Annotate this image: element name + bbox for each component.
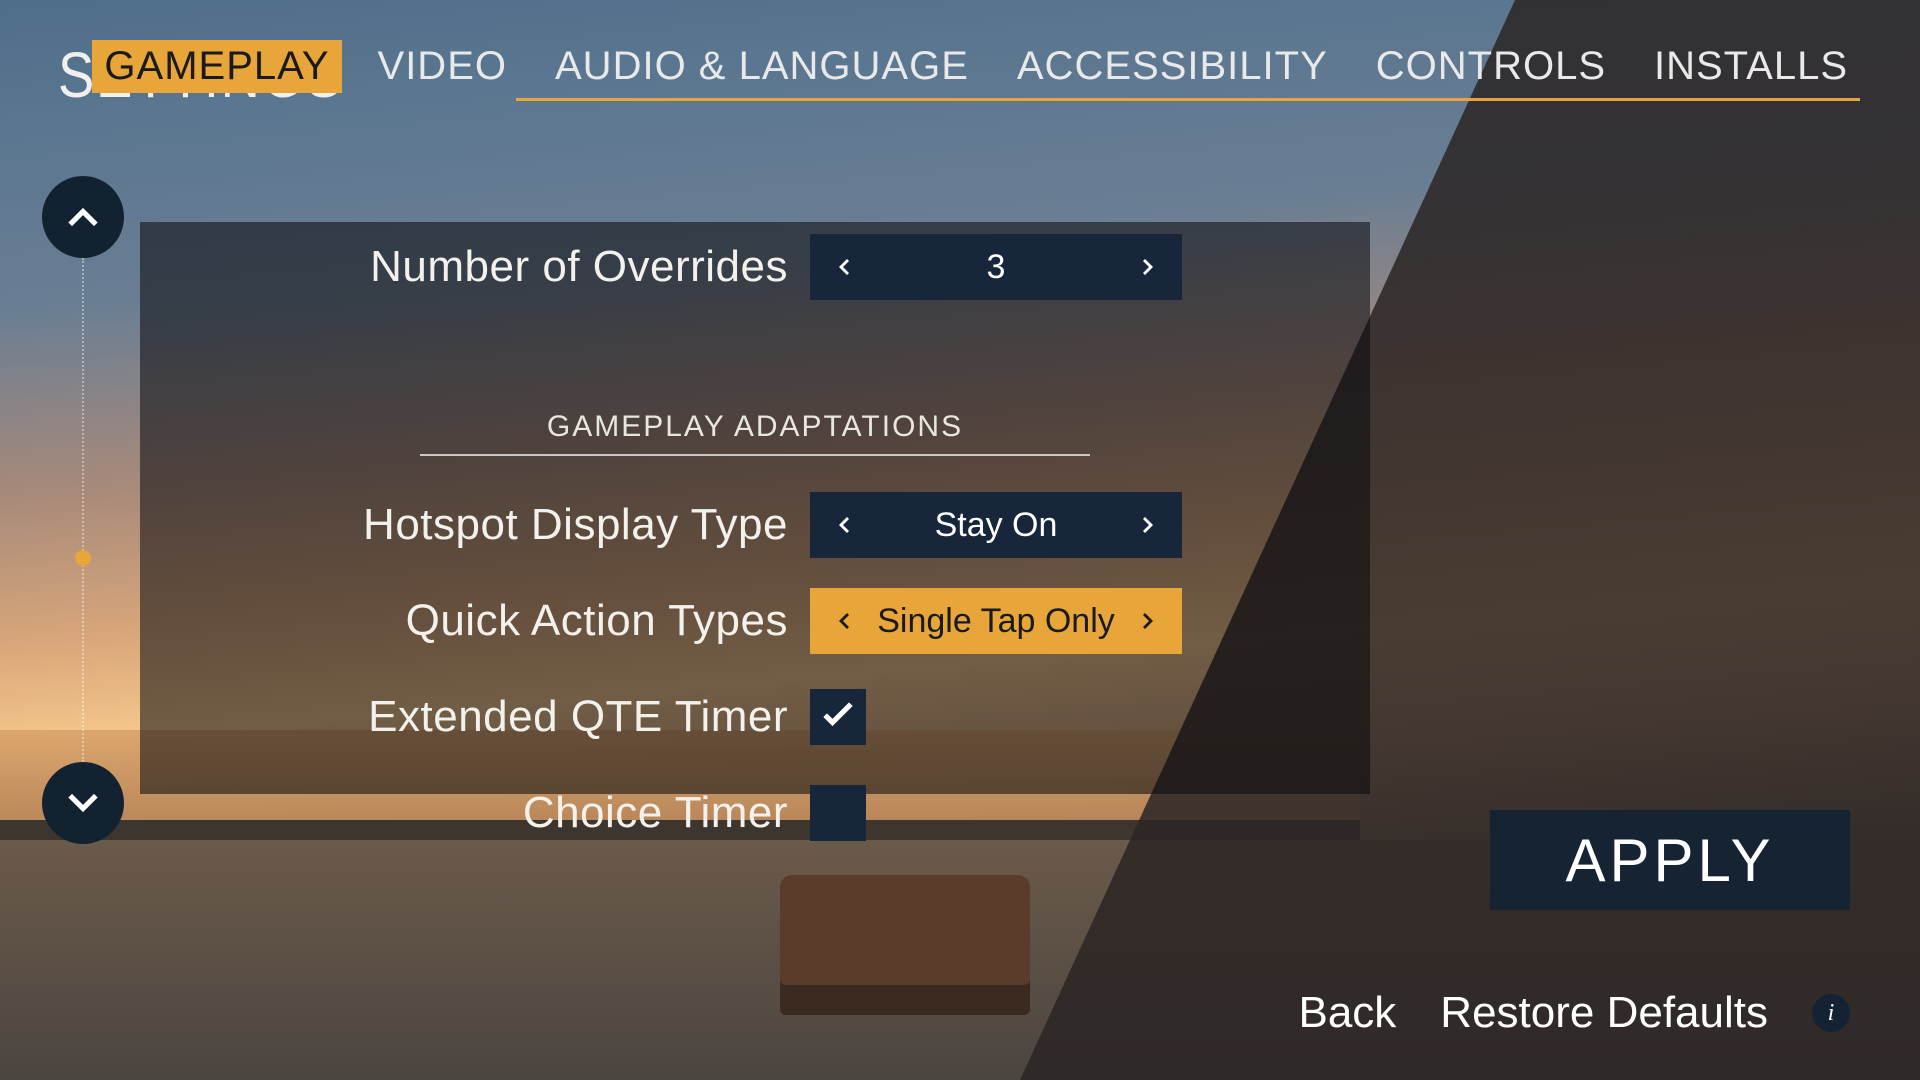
hotspot-value: Stay On bbox=[935, 506, 1058, 545]
quick-next[interactable] bbox=[1126, 599, 1170, 643]
scroll-position-indicator bbox=[75, 550, 91, 566]
label-extended-qte-timer: Extended QTE Timer bbox=[140, 692, 810, 742]
label-quick-action-types: Quick Action Types bbox=[140, 596, 810, 646]
chevron-left-icon bbox=[832, 513, 856, 537]
quick-prev[interactable] bbox=[822, 599, 866, 643]
chevron-right-icon bbox=[1136, 609, 1160, 633]
stepper-number-of-overrides: 3 bbox=[810, 234, 1182, 300]
info-button[interactable]: i bbox=[1812, 994, 1850, 1032]
row-choice-timer: Choice Timer bbox=[140, 778, 1370, 848]
tab-installs[interactable]: INSTALLS bbox=[1642, 40, 1860, 93]
section-title-gameplay-adaptations: GAMEPLAY ADAPTATIONS bbox=[140, 410, 1370, 444]
scroll-down-button[interactable] bbox=[42, 762, 124, 844]
chevron-right-icon bbox=[1136, 255, 1160, 279]
chevron-left-icon bbox=[832, 255, 856, 279]
label-choice-timer: Choice Timer bbox=[140, 788, 810, 838]
restore-defaults-button[interactable]: Restore Defaults bbox=[1440, 988, 1768, 1038]
overrides-increment[interactable] bbox=[1126, 245, 1170, 289]
bg-car bbox=[780, 875, 1030, 1015]
section-divider bbox=[420, 454, 1090, 456]
tabs-bar: GAMEPLAY VIDEO AUDIO & LANGUAGE ACCESSIB… bbox=[92, 40, 1860, 93]
apply-button[interactable]: APPLY bbox=[1490, 810, 1850, 910]
stepper-hotspot-display-type: Stay On bbox=[810, 492, 1182, 558]
label-number-of-overrides: Number of Overrides bbox=[140, 242, 810, 292]
row-hotspot-display-type: Hotspot Display Type Stay On bbox=[140, 490, 1370, 560]
scroll-up-button[interactable] bbox=[42, 176, 124, 258]
chevron-left-icon bbox=[832, 609, 856, 633]
scroll-track bbox=[82, 258, 84, 762]
tabs-underline bbox=[516, 98, 1860, 101]
checkbox-extended-qte-timer[interactable] bbox=[810, 689, 866, 745]
row-number-of-overrides: Number of Overrides 3 bbox=[140, 232, 1370, 302]
back-button[interactable]: Back bbox=[1298, 988, 1396, 1038]
tab-controls[interactable]: CONTROLS bbox=[1364, 40, 1618, 93]
tab-audio-language[interactable]: AUDIO & LANGUAGE bbox=[543, 40, 981, 93]
hotspot-next[interactable] bbox=[1126, 503, 1170, 547]
checkmark-icon bbox=[816, 695, 860, 739]
chevron-up-icon bbox=[61, 195, 105, 239]
row-quick-action-types: Quick Action Types Single Tap Only bbox=[140, 586, 1370, 656]
settings-panel: Number of Overrides 3 GAMEPLAY ADAPTATIO… bbox=[140, 222, 1370, 794]
stepper-quick-action-types: Single Tap Only bbox=[810, 588, 1182, 654]
tab-video[interactable]: VIDEO bbox=[366, 40, 519, 93]
quick-value: Single Tap Only bbox=[877, 602, 1115, 641]
chevron-right-icon bbox=[1136, 513, 1160, 537]
label-hotspot-display-type: Hotspot Display Type bbox=[140, 500, 810, 550]
hotspot-prev[interactable] bbox=[822, 503, 866, 547]
overrides-value: 3 bbox=[987, 248, 1006, 287]
checkbox-choice-timer[interactable] bbox=[810, 785, 866, 841]
tab-accessibility[interactable]: ACCESSIBILITY bbox=[1005, 40, 1340, 93]
overrides-decrement[interactable] bbox=[822, 245, 866, 289]
info-icon: i bbox=[1828, 1000, 1835, 1027]
tab-gameplay[interactable]: GAMEPLAY bbox=[92, 40, 341, 93]
row-extended-qte-timer: Extended QTE Timer bbox=[140, 682, 1370, 752]
bottom-actions: Back Restore Defaults i bbox=[1298, 988, 1850, 1038]
chevron-down-icon bbox=[61, 781, 105, 825]
